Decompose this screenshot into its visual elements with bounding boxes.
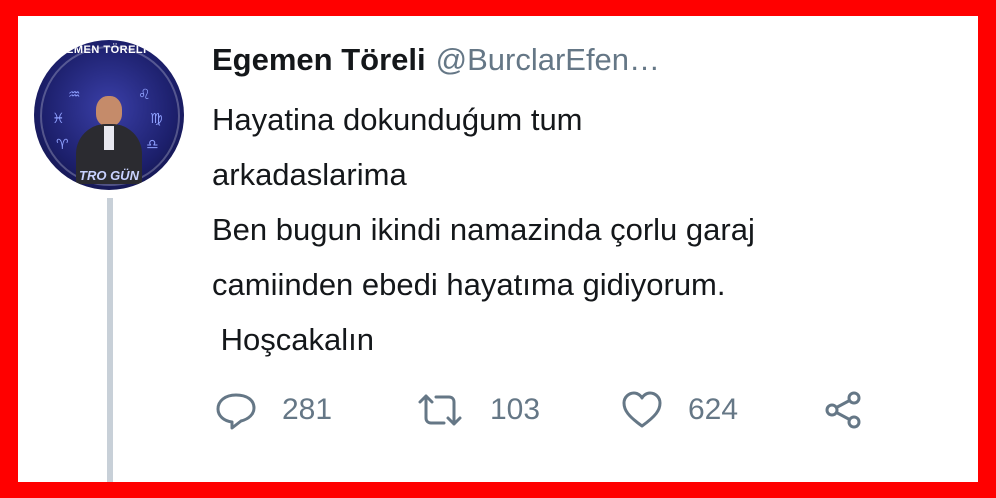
author-handle[interactable]: @BurclarEfen… [436,42,660,77]
tweet-text: Hayatina dokunduǵum tum arkadaslarima Be… [212,102,755,357]
reply-count: 281 [282,393,333,426]
author-avatar[interactable]: EGEMEN TÖRELİ İLE ♓ ♈ ♍ ♎ ♒ ♌ TRO GÜN [34,40,184,190]
tweet-header: Egemen Töreli @BurclarEfen… [212,42,660,78]
reply-bubble-icon [214,390,258,430]
retweet-icon [414,390,466,430]
thread-line [107,198,113,482]
share-icon [822,390,866,430]
zodiac-glyph-icon: ♍ [150,110,163,126]
avatar-bottom-text: TRO GÜN [79,168,139,183]
heart-icon [620,390,664,430]
tweet-actions: 281 103 624 [214,388,914,432]
tweet-card: EGEMEN TÖRELİ İLE ♓ ♈ ♍ ♎ ♒ ♌ TRO GÜN Eg… [18,16,978,482]
zodiac-glyph-icon: ♎ [146,136,159,152]
retweet-count: 103 [490,393,541,426]
like-button[interactable]: 624 [620,388,738,432]
share-button[interactable] [822,388,866,432]
avatar-person [76,90,142,184]
avatar-top-text: EGEMEN TÖRELİ İLE [49,44,169,56]
zodiac-glyph-icon: ♓ [52,110,65,126]
zodiac-glyph-icon: ♈ [56,136,69,152]
like-count: 624 [688,393,739,426]
reply-button[interactable]: 281 [214,388,332,432]
author-name[interactable]: Egemen Töreli [212,42,426,77]
retweet-button[interactable]: 103 [414,388,540,432]
